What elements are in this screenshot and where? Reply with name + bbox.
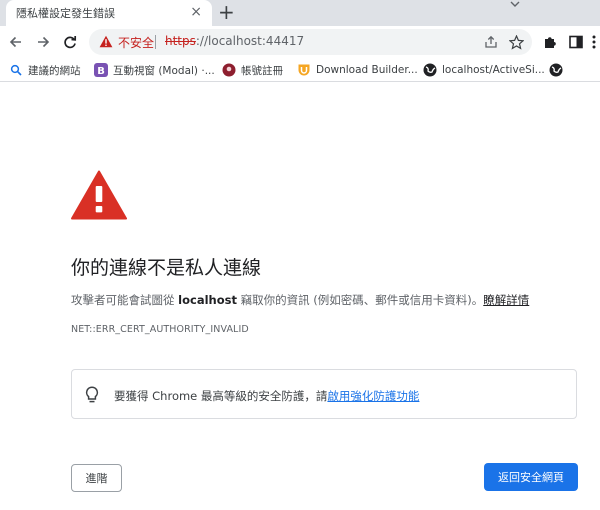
enable-enhanced-protection-link[interactable]: 啟用強化防護功能 xyxy=(327,389,419,403)
menu-button[interactable] xyxy=(588,32,600,52)
address-bar[interactable]: 不安全 https://localhost:44417 xyxy=(89,29,532,55)
bookmark-label: Download Builder... xyxy=(316,64,418,76)
bookmark-item[interactable]: localhost/ActiveSi... xyxy=(423,62,545,78)
tab-title: 隱私權設定發生錯誤 xyxy=(16,7,115,20)
tip-text-body: 要獲得 Chrome 最高等級的安全防護，請 xyxy=(114,389,328,403)
extensions-button[interactable] xyxy=(540,32,560,52)
bookmark-label: 建議的網站 xyxy=(28,64,81,77)
bookmark-label: 互動視窗 (Modal) ·... xyxy=(113,64,215,77)
enhanced-protection-tip: 要獲得 Chrome 最高等級的安全防護，請啟用強化防護功能 xyxy=(71,369,577,419)
url-host: ://localhost:44417 xyxy=(195,34,305,48)
active-tab[interactable]: 隱私權設定發生錯誤 × xyxy=(6,0,212,26)
error-code: NET::ERR_CERT_AUTHORITY_INVALID xyxy=(71,324,249,335)
bookmark-label: 帳號註冊 xyxy=(241,64,283,77)
interstitial-page: 你的連線不是私人連線 攻擊者可能會試圖從 localhost 竊取你的資訊 (例… xyxy=(0,83,600,510)
error-description: 攻擊者可能會試圖從 localhost 竊取你的資訊 (例如密碼、郵件或信用卡資… xyxy=(71,292,529,308)
bookmark-item[interactable]: 帳號註冊 xyxy=(222,62,283,78)
advanced-button[interactable]: 進階 xyxy=(71,464,122,492)
globe-icon xyxy=(423,63,437,77)
bookmark-label: localhost/ActiveSi... xyxy=(442,64,545,76)
reload-button[interactable] xyxy=(60,32,80,52)
side-panel-button[interactable] xyxy=(566,32,586,52)
puzzle-icon xyxy=(544,36,556,48)
tab-search-icon[interactable] xyxy=(508,0,522,10)
warning-triangle-icon xyxy=(71,170,127,220)
back-arrow-icon xyxy=(9,36,21,48)
new-tab-button[interactable]: + xyxy=(218,1,235,23)
site-icon xyxy=(222,63,236,77)
not-secure-warning-icon[interactable] xyxy=(99,35,113,48)
bookmark-item[interactable]: Download Builder... xyxy=(297,62,418,78)
share-icon[interactable] xyxy=(483,34,499,50)
bookmark-item[interactable] xyxy=(549,62,568,78)
window-controls xyxy=(563,0,564,1)
close-tab-icon[interactable]: × xyxy=(190,4,202,20)
url-scheme: https xyxy=(165,34,196,48)
globe-icon xyxy=(549,63,563,77)
desc-host: localhost xyxy=(178,293,237,307)
bookmark-item[interactable]: 建議的網站 xyxy=(9,62,81,78)
bookmarks-bar: 建議的網站 B 互動視窗 (Modal) ·... 帳號註冊 Download … xyxy=(0,58,600,82)
bookmark-item[interactable]: B 互動視窗 (Modal) ·... xyxy=(94,62,215,78)
svg-text:B: B xyxy=(97,66,105,77)
more-vertical-icon xyxy=(592,35,596,49)
toolbar: 不安全 https://localhost:44417 xyxy=(0,26,600,58)
side-panel-icon xyxy=(569,35,583,49)
omnibox-divider xyxy=(155,35,156,49)
not-secure-label[interactable]: 不安全 xyxy=(118,34,154,51)
learn-more-link[interactable]: 瞭解詳情 xyxy=(483,293,529,307)
search-icon xyxy=(9,63,23,77)
back-button[interactable] xyxy=(6,32,26,52)
bootstrap-icon: B xyxy=(94,63,108,77)
page-title: 你的連線不是私人連線 xyxy=(71,257,262,279)
desc-text-after: 竊取你的資訊 (例如密碼、郵件或信用卡資料)。 xyxy=(236,293,484,307)
lightbulb-icon xyxy=(85,386,99,403)
bookmark-star-icon[interactable] xyxy=(508,34,524,50)
tab-strip: 隱私權設定發生錯誤 × + xyxy=(0,0,600,26)
desc-text: 攻擊者可能會試圖從 xyxy=(71,293,179,307)
download-builder-icon xyxy=(297,63,311,77)
forward-arrow-icon xyxy=(38,36,50,48)
forward-button[interactable] xyxy=(33,32,53,52)
url-text[interactable]: https://localhost:44417 xyxy=(165,34,304,48)
tip-text: 要獲得 Chrome 最高等級的安全防護，請啟用強化防護功能 xyxy=(114,388,419,404)
back-to-safety-button[interactable]: 返回安全網頁 xyxy=(484,463,578,491)
reload-icon xyxy=(64,36,77,49)
